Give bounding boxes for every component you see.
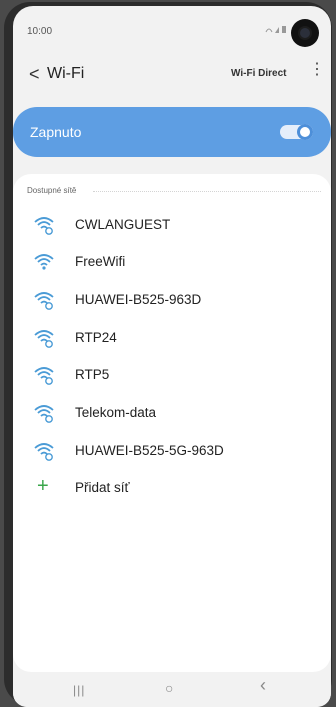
- network-name: RTP5: [75, 367, 110, 382]
- network-item[interactable]: HUAWEI-B525-963D: [13, 285, 331, 315]
- wifi-secured-icon: [34, 330, 54, 348]
- more-options-button[interactable]: ⋮: [309, 62, 325, 78]
- network-item[interactable]: CWLANGUEST: [13, 210, 331, 240]
- network-name: HUAWEI-B525-5G-963D: [75, 443, 224, 458]
- plus-icon: +: [37, 475, 49, 497]
- network-name: FreeWifi: [75, 254, 126, 269]
- section-divider: [93, 191, 321, 192]
- wifi-secured-icon: [34, 292, 54, 310]
- networks-card: Dostupné sítě CWLANGUEST FreeWifi HUAWEI…: [13, 174, 331, 672]
- status-time: 10:00: [27, 26, 53, 37]
- wifi-secured-icon: [34, 443, 54, 461]
- wifi-direct-button[interactable]: Wi-Fi Direct: [231, 68, 286, 79]
- master-switch-label: Zapnuto: [30, 124, 82, 140]
- page-title: Wi-Fi: [47, 65, 85, 82]
- network-item[interactable]: HUAWEI-B525-5G-963D: [13, 436, 331, 466]
- available-networks-header: Dostupné sítě: [27, 186, 77, 195]
- screen: 10:00 < Wi-Fi Wi-Fi Direct ⋮ Zapnuto Dos…: [13, 6, 331, 707]
- status-bar: 10:00: [13, 6, 331, 47]
- wifi-master-switch[interactable]: Zapnuto: [13, 107, 331, 157]
- network-name: HUAWEI-B525-963D: [75, 292, 202, 307]
- wifi-secured-icon: [34, 217, 54, 235]
- network-name: CWLANGUEST: [75, 217, 171, 232]
- wifi-secured-icon: [34, 405, 54, 423]
- phone-frame: 10:00 < Wi-Fi Wi-Fi Direct ⋮ Zapnuto Dos…: [4, 2, 332, 707]
- wifi-toggle[interactable]: [280, 124, 313, 140]
- toolbar: < Wi-Fi Wi-Fi Direct ⋮: [13, 52, 331, 92]
- wifi-icon: [34, 254, 54, 270]
- recents-button[interactable]: |||: [73, 682, 85, 698]
- network-item[interactable]: RTP24: [13, 323, 331, 353]
- front-camera: [291, 19, 319, 47]
- network-item[interactable]: Telekom-data: [13, 398, 331, 428]
- wifi-secured-icon: [34, 367, 54, 385]
- back-button[interactable]: <: [29, 65, 40, 83]
- network-name: Telekom-data: [75, 405, 157, 420]
- home-button[interactable]: ○: [165, 680, 173, 696]
- nav-back-button[interactable]: ‹: [260, 676, 266, 694]
- add-network-label: Přidat síť: [75, 480, 130, 495]
- network-name: RTP24: [75, 330, 117, 345]
- status-icons: [265, 24, 287, 36]
- network-item[interactable]: FreeWifi: [13, 247, 331, 277]
- signal-icon: [265, 26, 286, 33]
- toggle-knob: [297, 124, 313, 140]
- network-item[interactable]: RTP5: [13, 360, 331, 390]
- add-network-item[interactable]: + Přidat síť: [13, 473, 331, 503]
- navigation-bar: ||| ○ ‹: [13, 672, 331, 707]
